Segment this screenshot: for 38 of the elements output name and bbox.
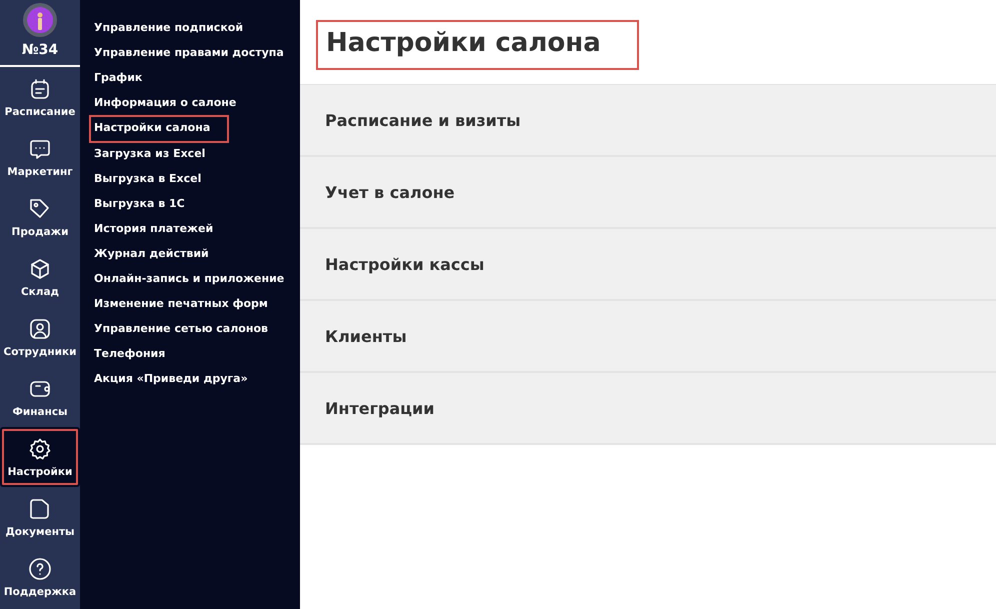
submenu-link[interactable]: Настройки салона bbox=[90, 116, 228, 142]
box-icon bbox=[28, 256, 52, 280]
submenu-link[interactable]: Управление подпиской bbox=[90, 16, 248, 41]
nav-item[interactable]: Продажи bbox=[0, 187, 80, 247]
calendar-icon bbox=[28, 76, 52, 100]
submenu-link[interactable]: Выгрузка в 1С bbox=[90, 192, 189, 217]
nav-item[interactable]: Документы bbox=[0, 487, 80, 547]
settings-section-row[interactable]: Настройки кассы bbox=[300, 229, 996, 301]
submenu-link[interactable]: Телефония bbox=[90, 342, 170, 367]
settings-section-row[interactable]: Расписание и визиты bbox=[300, 85, 996, 157]
submenu-link[interactable]: История платежей bbox=[90, 217, 218, 242]
nav-item[interactable]: Финансы bbox=[0, 367, 80, 427]
settings-icon bbox=[28, 436, 52, 460]
avatar-icon[interactable] bbox=[22, 2, 58, 38]
nav-item[interactable]: Поддержка bbox=[0, 547, 80, 607]
submenu-link[interactable]: Онлайн-запись и приложение bbox=[90, 267, 288, 292]
submenu-link[interactable]: Управление сетью салонов bbox=[90, 317, 272, 342]
person-icon bbox=[28, 316, 52, 340]
submenu-link[interactable]: Управление правами доступа bbox=[90, 41, 288, 66]
submenu-link[interactable]: Журнал действий bbox=[90, 242, 213, 267]
nav-item[interactable]: Склад bbox=[0, 247, 80, 307]
settings-section-row[interactable]: Клиенты bbox=[300, 301, 996, 373]
submenu-link[interactable]: Загрузка из Excel bbox=[90, 142, 210, 167]
settings-section-row[interactable]: Учет в салоне bbox=[300, 157, 996, 229]
submenu-link[interactable]: Акция «Приведи друга» bbox=[90, 367, 252, 392]
settings-section-row[interactable]: Интеграции bbox=[300, 373, 996, 445]
folder-icon bbox=[28, 496, 52, 520]
submenu-link[interactable]: График bbox=[90, 66, 146, 91]
nav-item[interactable]: Расписание bbox=[0, 67, 80, 127]
nav-item[interactable]: Сотрудники bbox=[0, 307, 80, 367]
help-icon bbox=[28, 556, 52, 580]
submenu-link[interactable]: Изменение печатных форм bbox=[90, 292, 272, 317]
submenu-link[interactable]: Информация о салоне bbox=[90, 91, 240, 116]
account-number: №34 bbox=[22, 42, 58, 58]
nav-item[interactable]: Настройки bbox=[0, 427, 80, 487]
page-title: Настройки салона bbox=[316, 20, 639, 70]
nav-item[interactable]: Маркетинг bbox=[0, 127, 80, 187]
submenu-link[interactable]: Выгрузка в Excel bbox=[90, 167, 206, 192]
